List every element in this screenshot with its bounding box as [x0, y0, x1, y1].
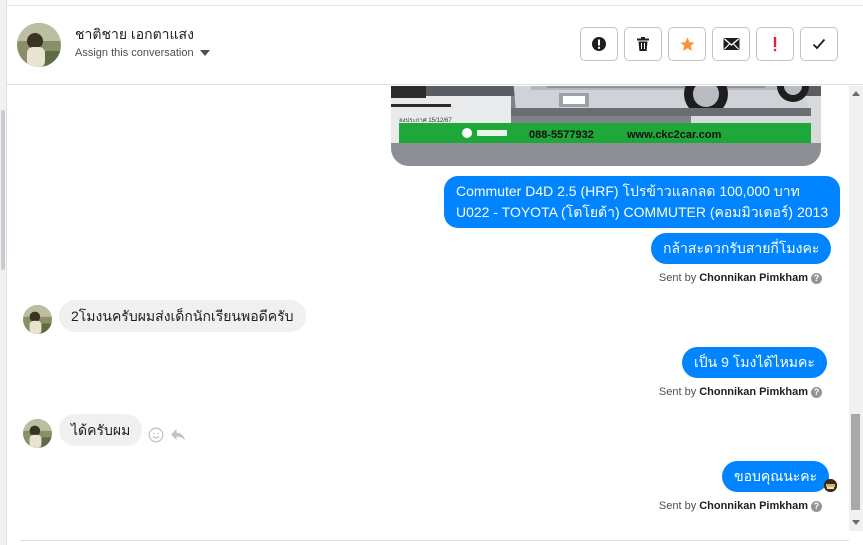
thread-scrollbar[interactable]	[849, 86, 863, 531]
composer-divider	[20, 540, 849, 541]
outgoing-message[interactable]: เป็น 9 โมงได้ไหมคะ	[682, 347, 827, 378]
message-tools	[148, 427, 186, 443]
conversation-actions	[580, 27, 838, 61]
agent-name[interactable]: Chonnikan Pimkham	[699, 272, 808, 284]
contact-avatar-small[interactable]	[23, 305, 52, 334]
banner-website: www.ckc2car.com	[626, 129, 722, 141]
emoji-icon[interactable]	[148, 427, 164, 443]
delete-button[interactable]	[624, 27, 662, 61]
incoming-message[interactable]: 2โมงนครับผมส่งเด็กนักเรียนพอดีครับ	[59, 300, 306, 332]
car-listing-image[interactable]: ลงประกาศ 15/12/67 088-5577932 www.ckc2ca…	[391, 86, 821, 166]
left-panel-scrollbar[interactable]	[1, 110, 5, 270]
mark-done-button[interactable]	[800, 27, 838, 61]
outgoing-message[interactable]: ขอบคุณนะคะ	[722, 461, 830, 492]
help-icon[interactable]: ?	[811, 500, 822, 512]
star-icon	[679, 36, 695, 51]
message-text-line: Commuter D4D 2.5 (HRF) โปรข้าวแลกลด 100,…	[456, 183, 800, 199]
image-caption: ลงประกาศ 15/12/67	[399, 117, 452, 124]
sent-by-label: Sent by Chonnikan Pimkham ?	[659, 500, 822, 512]
trash-icon	[637, 37, 649, 51]
contact-name[interactable]: ชาติชาย เอกตาแสง	[75, 24, 194, 46]
outgoing-message[interactable]: Commuter D4D 2.5 (HRF) โปรข้าวแลกลด 100,…	[444, 176, 841, 228]
message-text-line: U022 - TOYOTA (โตโยต้า) COMMUTER (คอมมิว…	[456, 204, 829, 220]
conversation-view: ชาติชาย เอกตาแสง Assign this conversatio…	[0, 0, 863, 545]
follow-up-button[interactable]	[756, 27, 794, 61]
scrollbar-thumb[interactable]	[851, 414, 860, 510]
banner-phone: 088-5577932	[529, 129, 594, 141]
scroll-up-icon[interactable]	[852, 91, 860, 96]
reply-icon[interactable]	[170, 428, 186, 442]
conversation-header: ชาติชาย เอกตาแสง Assign this conversatio…	[7, 5, 863, 85]
outgoing-message[interactable]: กล้าสะดวกรับสายกี่โมงคะ	[651, 233, 832, 264]
mark-spam-button[interactable]	[580, 27, 618, 61]
star-button[interactable]	[668, 27, 706, 61]
sent-by-label: Sent by Chonnikan Pimkham ?	[659, 272, 822, 284]
agent-name[interactable]: Chonnikan Pimkham	[699, 500, 808, 512]
agent-name[interactable]: Chonnikan Pimkham	[699, 386, 808, 398]
caret-down-icon	[199, 50, 210, 56]
assign-label: Assign this conversation	[75, 47, 194, 59]
checkmark-icon	[812, 38, 826, 50]
help-icon[interactable]: ?	[811, 272, 822, 284]
seen-indicator-avatar	[824, 479, 837, 492]
scroll-down-icon[interactable]	[852, 520, 860, 525]
mark-unread-button[interactable]	[712, 27, 750, 61]
assign-conversation-dropdown[interactable]: Assign this conversation	[75, 47, 210, 59]
exclamation-circle-icon	[592, 37, 606, 51]
message-thread[interactable]: ลงประกาศ 15/12/67 088-5577932 www.ckc2ca…	[7, 86, 849, 545]
envelope-icon	[723, 38, 739, 50]
contact-avatar[interactable]	[17, 23, 61, 67]
left-panel-edge	[0, 0, 7, 545]
contact-avatar-small[interactable]	[23, 419, 52, 448]
sent-by-label: Sent by Chonnikan Pimkham ?	[659, 386, 822, 398]
help-icon[interactable]: ?	[811, 386, 822, 398]
exclamation-icon	[773, 37, 777, 52]
incoming-message[interactable]: ได้ครับผม	[59, 414, 143, 446]
